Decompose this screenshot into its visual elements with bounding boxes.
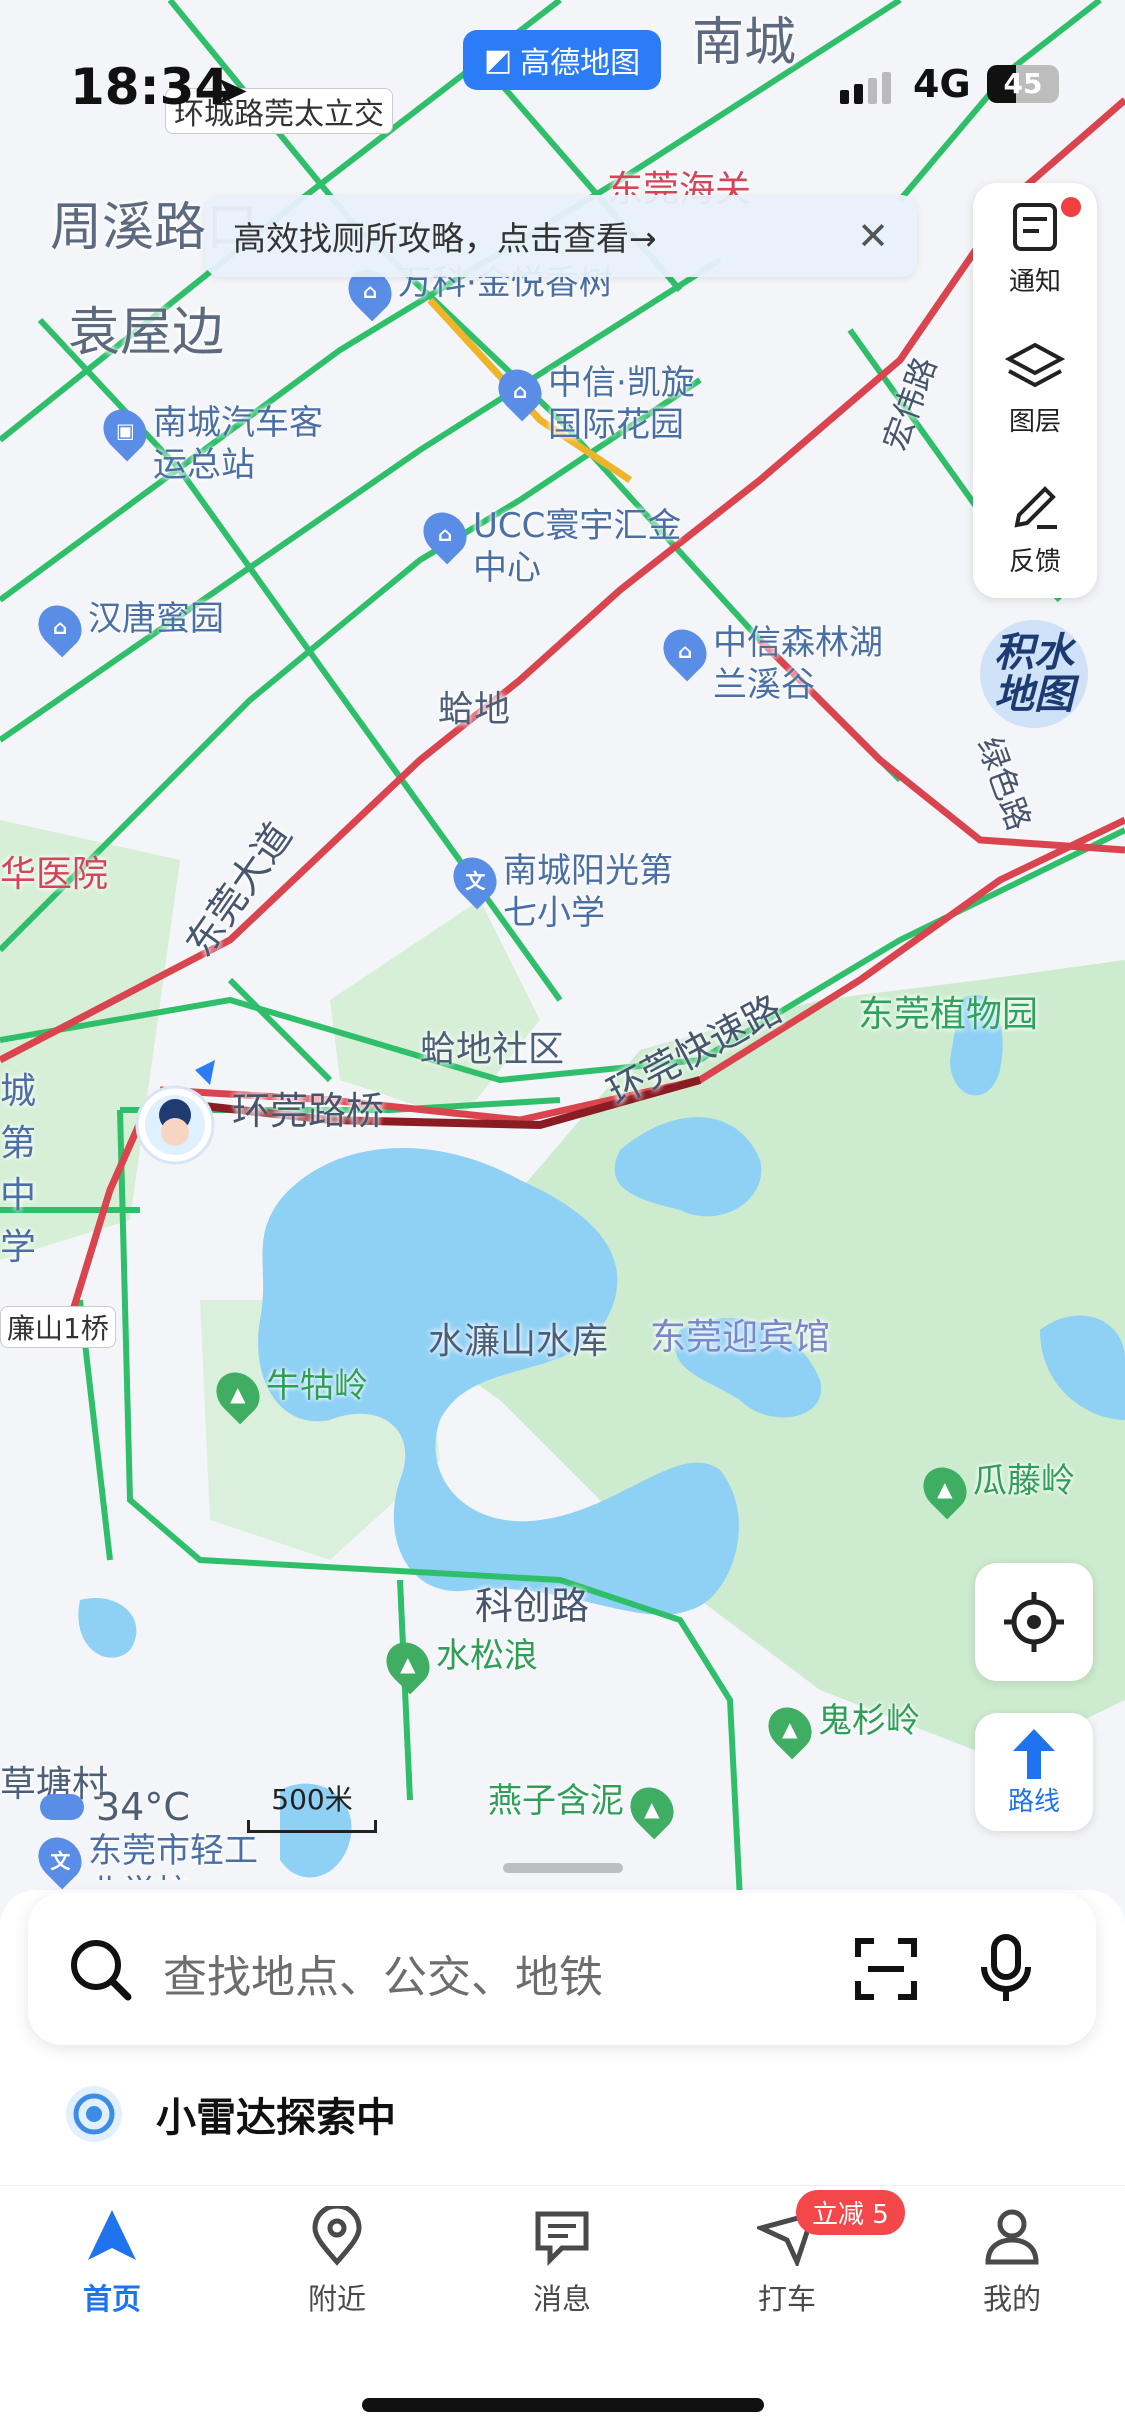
poi-guatengling[interactable]: ▲ 瓜藤岭 bbox=[914, 1458, 1075, 1520]
road-label-lianshan: 廉山1桥 bbox=[0, 1306, 116, 1348]
feedback-button[interactable]: 反馈 bbox=[973, 463, 1097, 593]
map-screen: 南城 周溪路口 袁屋边 东莞海关 环城路莞太立交 ⌂ 万科·金悦香树 ⌂ 中信·… bbox=[0, 0, 1125, 2436]
layers-icon bbox=[1005, 342, 1065, 387]
search-bar[interactable]: 查找地点、公交、地铁 bbox=[28, 1893, 1096, 2045]
weather-widget[interactable]: 34°C bbox=[40, 1785, 190, 1829]
radar-status[interactable]: 小雷达探索中 bbox=[62, 2082, 396, 2146]
poi-yanzihanni[interactable]: ▲ 燕子含泥 bbox=[488, 1778, 683, 1840]
place-label-hospital: 华医院 bbox=[0, 854, 109, 895]
flood-map-button[interactable]: 积水地图 bbox=[980, 620, 1088, 728]
place-label-gedi: 蛤地 bbox=[438, 689, 511, 730]
poi-school-seven[interactable]: 文 南城阳光第七小学 bbox=[444, 848, 673, 934]
sheet-handle[interactable] bbox=[503, 1863, 623, 1873]
poi-shuisonglang[interactable]: ▲ 水松浪 bbox=[377, 1633, 538, 1695]
user-icon bbox=[985, 2209, 1039, 2265]
battery-level: 45 bbox=[1003, 67, 1043, 100]
map-toolbox: 通知 图层 反馈 bbox=[973, 183, 1097, 598]
tab-profile[interactable]: 我的 bbox=[937, 2206, 1087, 2318]
poi-guishanling[interactable]: ▲ 鬼杉岭 bbox=[759, 1698, 920, 1760]
search-input[interactable]: 查找地点、公交、地铁 bbox=[163, 1941, 603, 2005]
unread-dot bbox=[1061, 197, 1081, 217]
route-arrow-icon bbox=[1013, 1728, 1055, 1779]
bottom-tab-bar: 首页 附近 消息 打车 我的 bbox=[0, 2185, 1125, 2386]
notification-icon bbox=[1013, 202, 1057, 251]
crosshair-icon bbox=[1004, 1592, 1064, 1652]
poi-niuguling[interactable]: ▲ 牛牯岭 bbox=[207, 1363, 368, 1425]
battery-icon: 45 bbox=[987, 65, 1059, 103]
app-badge[interactable]: ◩ 高德地图 bbox=[463, 30, 661, 90]
poi-citic-kaixuan[interactable]: ⌂ 中信·凯旋国际花园 bbox=[489, 360, 718, 446]
layers-button[interactable]: 图层 bbox=[973, 323, 1097, 453]
tip-text: 高效找厕所攻略，点击查看→ bbox=[233, 219, 657, 258]
poi-bus-station[interactable]: ▣ 南城汽车客运总站 bbox=[94, 400, 323, 486]
tip-banner[interactable]: 高效找厕所攻略，点击查看→ ✕ bbox=[205, 195, 917, 277]
tab-home[interactable]: 首页 bbox=[37, 2206, 187, 2318]
scan-icon[interactable] bbox=[854, 1937, 918, 2001]
signal-icon bbox=[840, 72, 891, 104]
taxi-promo-badge: 立减 5 bbox=[796, 2190, 905, 2235]
locate-button[interactable] bbox=[975, 1563, 1093, 1681]
search-icon bbox=[71, 1940, 132, 2001]
place-label-gedi-community: 蛤地社区 bbox=[420, 1029, 565, 1070]
route-button[interactable]: 路线 bbox=[975, 1713, 1093, 1831]
tab-nearby[interactable]: 附近 bbox=[262, 2206, 412, 2318]
home-arrow-icon bbox=[88, 2210, 136, 2260]
close-icon[interactable]: ✕ bbox=[857, 214, 889, 258]
pencil-icon bbox=[1014, 485, 1057, 529]
place-label-reservoir: 水濂山水库 bbox=[428, 1321, 609, 1362]
status-bar: 18:34 ➤ ◩ 高德地图 4G 45 bbox=[0, 0, 1125, 150]
place-label-school: 城第中学 bbox=[0, 1071, 37, 1268]
radar-icon bbox=[66, 2086, 122, 2142]
temperature: 34°C bbox=[96, 1785, 190, 1829]
road-label-bridge: 环莞路桥 bbox=[232, 1089, 385, 1133]
road-label-kechuang: 科创路 bbox=[475, 1584, 590, 1628]
location-arrow-icon: ➤ bbox=[215, 68, 249, 114]
home-indicator[interactable] bbox=[362, 2398, 764, 2412]
poi-hantang[interactable]: ⌂ 汉唐蜜园 bbox=[29, 596, 224, 658]
network-type: 4G bbox=[913, 62, 971, 106]
cloud-icon bbox=[40, 1794, 84, 1820]
poi-light-industry-school[interactable]: 文 东莞市轻工业学校 bbox=[29, 1828, 258, 1890]
map-scale: 500米 bbox=[247, 1778, 377, 1833]
status-time: 18:34 bbox=[70, 58, 230, 116]
microphone-icon[interactable] bbox=[976, 1933, 1036, 2005]
location-pin-icon bbox=[312, 2206, 362, 2266]
tab-messages[interactable]: 消息 bbox=[487, 2206, 637, 2318]
amap-logo-icon: ◩ bbox=[483, 42, 513, 78]
poi-ucc[interactable]: ⌂ UCC寰宇汇金中心 bbox=[414, 503, 713, 589]
message-icon bbox=[535, 2211, 589, 2266]
poi-citic-forest[interactable]: ⌂ 中信森林湖兰溪谷 bbox=[654, 620, 883, 706]
area-label-yuanwubian: 袁屋边 bbox=[68, 303, 225, 363]
place-label-botanical-garden: 东莞植物园 bbox=[858, 994, 1039, 1035]
place-label-guesthouse: 东莞迎宾馆 bbox=[650, 1317, 831, 1358]
